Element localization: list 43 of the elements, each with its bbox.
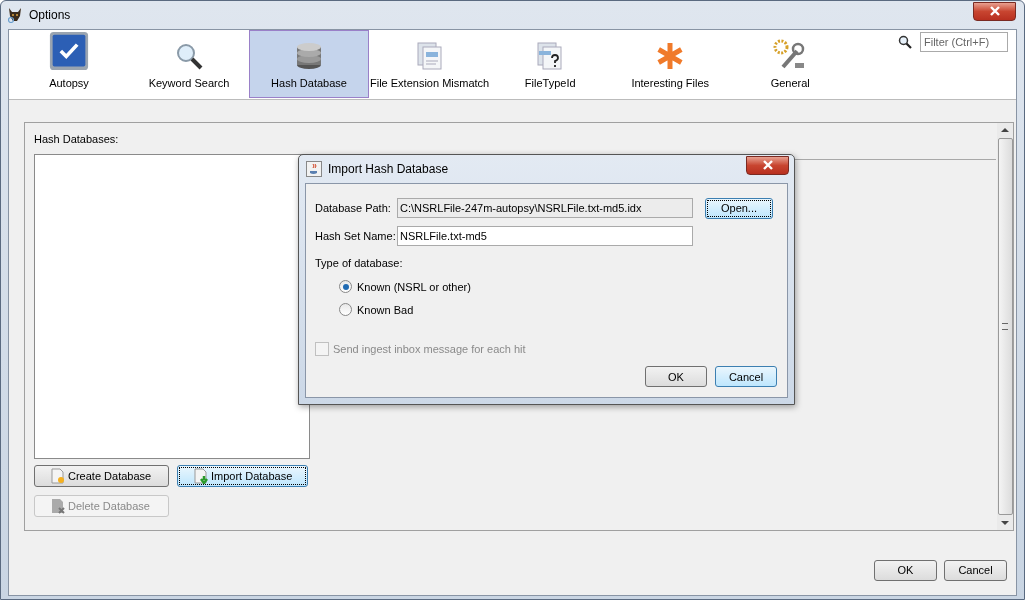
open-button[interactable]: Open...	[705, 197, 773, 219]
dialog-title: Import Hash Database	[328, 162, 449, 176]
category-tab[interactable]: Autopsy	[9, 30, 129, 98]
dialog-button[interactable]: OK	[645, 366, 707, 387]
document-import-icon	[194, 468, 208, 484]
radio-label: Known (NSRL or other)	[357, 280, 471, 293]
category-tab[interactable]: Interesting Files	[610, 30, 731, 98]
magnifier-icon	[174, 41, 204, 71]
close-icon	[761, 160, 774, 170]
text-field[interactable]: NSRLFile.txt-md5	[397, 226, 693, 246]
radio-label: Known Bad	[357, 303, 414, 316]
close-button[interactable]	[746, 155, 789, 175]
category-tab[interactable]: File Extension Mismatch	[369, 30, 491, 98]
database-button[interactable]: Create Database	[34, 465, 169, 487]
category-tab[interactable]: General	[730, 30, 851, 98]
document-delete-icon	[51, 498, 65, 514]
dialog-button[interactable]: OK	[874, 559, 937, 581]
database-icon	[295, 41, 323, 71]
dialog-button[interactable]: Cancel	[944, 559, 1007, 581]
dialog-button[interactable]: Cancel	[715, 366, 777, 387]
hash-databases-label: Hash Databases:	[34, 133, 120, 147]
dog-head-icon	[7, 7, 23, 23]
window-title: Options	[29, 8, 71, 22]
document-question-icon	[536, 41, 565, 71]
java-cup-icon	[306, 161, 322, 177]
documents-icon	[415, 41, 444, 71]
database-button[interactable]: Import Database	[177, 465, 308, 487]
radio-button[interactable]	[339, 303, 352, 316]
vertical-scrollbar[interactable]	[997, 123, 1013, 530]
checkbox-label: Send ingest inbox message for each hit	[333, 343, 526, 355]
filter-field[interactable]: Filter (Ctrl+F)	[920, 32, 1008, 52]
category-tab[interactable]: FileTypeId	[490, 30, 611, 98]
new-document-icon	[51, 468, 65, 484]
radio-button[interactable]	[339, 280, 352, 293]
close-icon	[988, 6, 1001, 16]
close-button[interactable]	[973, 1, 1016, 21]
category-tab[interactable]: Keyword Search	[129, 30, 249, 98]
text-field[interactable]: C:\NSRLFile-247m-autopsy\NSRLFile.txt-md5.idx	[397, 198, 693, 218]
category-tab[interactable]: Hash Database	[249, 30, 369, 98]
type-label: Type of database:	[315, 257, 404, 271]
field-label: Database Path:	[315, 202, 392, 214]
field-label: Hash Set Name:	[315, 230, 393, 242]
search-icon	[898, 35, 912, 49]
